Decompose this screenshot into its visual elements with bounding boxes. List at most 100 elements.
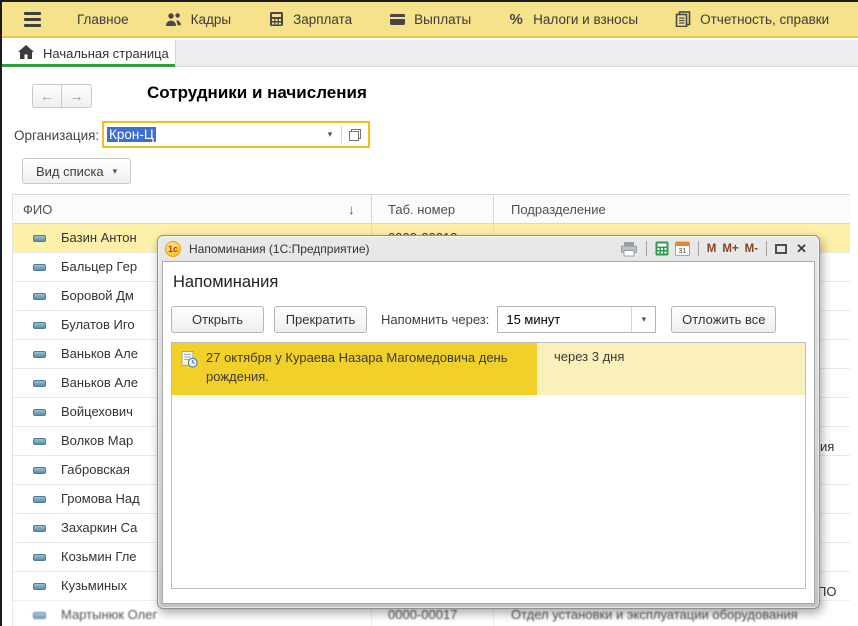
postpone-all-button[interactable]: Отложить все bbox=[671, 306, 777, 333]
people-icon bbox=[165, 11, 183, 27]
remind-interval-value: 15 минут bbox=[506, 312, 561, 327]
remind-interval-combobox[interactable]: 15 минут ▾ bbox=[497, 306, 657, 333]
dialog-titlebar[interactable]: 1с Напоминания (1С:Предприятие) 31 M M+ … bbox=[158, 236, 819, 261]
cell-fio: Козьмин Гле bbox=[61, 549, 137, 564]
column-header-tab-number[interactable]: Таб. номер bbox=[388, 202, 455, 217]
tab-home[interactable]: Начальная страница bbox=[2, 40, 176, 67]
organization-dropdown-button[interactable]: ▾ bbox=[319, 123, 341, 146]
reminder-text: 27 октября у Кураева Назара Магомедовича… bbox=[206, 350, 508, 384]
menu-item-glavnoe[interactable]: Главное bbox=[77, 12, 129, 27]
svg-text:31: 31 bbox=[678, 248, 686, 255]
menu-item-label: Налоги и взносы bbox=[533, 11, 639, 27]
cell-fio: Булатов Иго bbox=[61, 317, 135, 332]
organization-value[interactable]: Крон-Ц bbox=[104, 127, 319, 142]
chevron-down-icon: ▾ bbox=[641, 314, 647, 324]
page-content: ← → Сотрудники и начисления Организация:… bbox=[2, 67, 858, 626]
main-ribbon: Главное Кадры Зарплата Выплаты % Налоги … bbox=[2, 2, 858, 38]
employee-item-icon bbox=[33, 322, 46, 329]
menu-item-label: Кадры bbox=[190, 11, 232, 27]
reminder-subject-cell[interactable]: 27 октября у Кураева Назара Магомедовича… bbox=[172, 343, 537, 395]
app-window: Главное Кадры Зарплата Выплаты % Налоги … bbox=[0, 0, 858, 626]
1c-logo-icon: 1с bbox=[165, 240, 181, 257]
reminder-document-clock-icon bbox=[181, 351, 198, 374]
forward-button[interactable]: → bbox=[62, 84, 92, 108]
memory-m-minus-button[interactable]: M- bbox=[745, 243, 758, 255]
memory-m-plus-button[interactable]: M+ bbox=[722, 243, 738, 255]
table-header[interactable]: ФИО ↓ Таб. номер Подразделение bbox=[13, 194, 850, 224]
tab-label: Начальная страница bbox=[43, 46, 169, 61]
maximize-icon bbox=[775, 243, 788, 254]
dialog-title: Напоминания (1С:Предприятие) bbox=[189, 241, 370, 256]
employee-item-icon bbox=[33, 583, 46, 590]
menu-item-label: Главное bbox=[77, 11, 129, 27]
employee-item-icon bbox=[33, 293, 46, 300]
stop-reminder-button[interactable]: Прекратить bbox=[274, 306, 367, 333]
menu-item-kadry[interactable]: Кадры bbox=[165, 11, 231, 27]
page-title: Сотрудники и начисления bbox=[147, 83, 367, 102]
reports-icon bbox=[674, 11, 692, 27]
employee-item-icon bbox=[33, 235, 46, 242]
reminders-dialog: 1с Напоминания (1С:Предприятие) 31 M M+ … bbox=[157, 235, 820, 609]
reminder-due-cell[interactable]: через 3 дня bbox=[537, 343, 805, 395]
open-button[interactable]: Открыть bbox=[171, 306, 264, 333]
menu-item-otchetnost[interactable]: Отчетность, справки bbox=[674, 11, 829, 27]
list-view-label: Вид списка bbox=[36, 163, 104, 179]
torn-edge-shadow: Главное Кадры Зарплата Выплаты % Налоги … bbox=[0, 0, 858, 626]
organization-label: Организация: bbox=[14, 128, 100, 143]
reminder-row[interactable]: 27 октября у Кураева Назара Магомедовича… bbox=[172, 343, 805, 395]
menu-item-label: Зарплата bbox=[293, 11, 353, 27]
percent-icon: % bbox=[509, 10, 523, 28]
menu-item-vyplaty[interactable]: Выплаты bbox=[388, 11, 471, 27]
remind-interval-dropdown-button[interactable]: ▾ bbox=[631, 307, 655, 332]
column-header-fio[interactable]: ФИО bbox=[23, 202, 52, 217]
titlebar-divider bbox=[697, 241, 699, 256]
hamburger-menu-icon[interactable] bbox=[24, 11, 41, 27]
department-text-fragment: ия bbox=[820, 439, 835, 454]
wallet-icon bbox=[388, 11, 406, 27]
calculator-icon bbox=[267, 11, 285, 27]
cell-fio: Кузьминых bbox=[61, 578, 128, 593]
screenshot-root: Главное Кадры Зарплата Выплаты % Налоги … bbox=[0, 0, 858, 626]
column-header-department[interactable]: Подразделение bbox=[511, 202, 606, 217]
maximize-button[interactable] bbox=[775, 243, 788, 254]
reminders-list[interactable]: 27 октября у Кураева Назара Магомедовича… bbox=[171, 342, 806, 589]
memory-m-button[interactable]: M bbox=[707, 243, 717, 255]
column-divider bbox=[371, 195, 372, 223]
list-view-button[interactable]: Вид списка ▾ bbox=[22, 158, 132, 184]
column-divider bbox=[493, 195, 494, 223]
employee-item-icon bbox=[33, 409, 46, 416]
cell-fio: Захаркин Са bbox=[61, 520, 138, 535]
employee-item-icon bbox=[33, 380, 46, 387]
close-button[interactable]: ✕ bbox=[796, 241, 807, 257]
back-button[interactable]: ← bbox=[32, 84, 62, 108]
cell-fio: Базин Антон bbox=[61, 230, 137, 245]
dialog-body: Напоминания Открыть Прекратить Напомнить… bbox=[162, 261, 815, 604]
employee-item-icon bbox=[33, 496, 46, 503]
calendar-button[interactable]: 31 bbox=[674, 241, 690, 256]
menu-item-label: Отчетность, справки bbox=[700, 11, 830, 27]
remind-after-label: Напомнить через: bbox=[381, 312, 490, 327]
cell-fio: Бальцер Гер bbox=[61, 259, 138, 274]
cell-fio: Ваньков Але bbox=[61, 375, 138, 390]
dialog-heading: Напоминания bbox=[173, 273, 279, 291]
cell-department: Отдел установки и эксплуатации оборудова… bbox=[511, 607, 798, 622]
employee-item-icon bbox=[33, 612, 46, 619]
menu-item-nalogi[interactable]: % Налоги и взносы bbox=[507, 10, 639, 28]
print-button[interactable] bbox=[620, 241, 638, 257]
tab-bar: Начальная страница bbox=[2, 40, 858, 67]
calculator-button[interactable] bbox=[655, 241, 669, 256]
cell-tab-number: 0000-00017 bbox=[388, 607, 458, 622]
organization-combobox[interactable]: Крон-Ц ▾ bbox=[102, 121, 370, 148]
menu-item-label: Выплаты bbox=[414, 11, 472, 27]
sort-descending-icon: ↓ bbox=[348, 202, 355, 217]
reminder-due-text: через 3 дня bbox=[554, 349, 625, 364]
organization-open-button[interactable] bbox=[342, 123, 368, 146]
titlebar-buttons: 31 M M+ M- ✕ bbox=[617, 241, 810, 257]
cell-fio: Громова Над bbox=[61, 491, 140, 506]
titlebar-divider bbox=[645, 241, 647, 256]
employee-item-icon bbox=[33, 351, 46, 358]
selected-text: Крон-Ц bbox=[107, 127, 156, 142]
menu-item-zarplata[interactable]: Зарплата bbox=[267, 11, 352, 27]
employee-item-icon bbox=[33, 554, 46, 561]
chevron-down-icon: ▾ bbox=[112, 165, 118, 176]
